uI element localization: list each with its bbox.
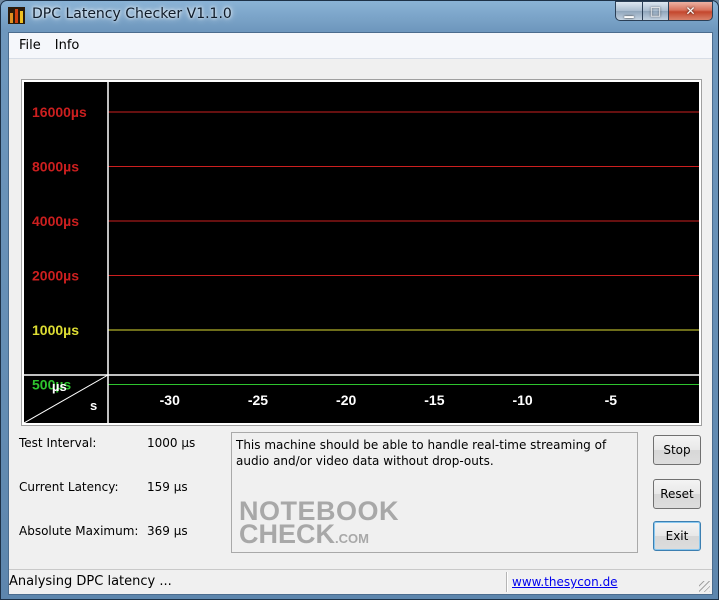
stat-label: Current Latency:	[19, 480, 119, 494]
resize-grip-icon[interactable]	[699, 581, 710, 592]
client-area: File Info 16000µs 8000µs 4000µs 2000µs 1000µ…	[8, 32, 713, 595]
y-tick-label: 1000µs	[32, 322, 79, 338]
y-tick-label: 8000µs	[32, 159, 79, 175]
watermark-line2-text: CHECK	[239, 519, 336, 550]
y-unit-label: µs	[52, 379, 67, 394]
status-bar: Analysing DPC latency ... www.thesycon.d…	[9, 569, 712, 594]
maximize-button[interactable]: □	[642, 1, 668, 21]
stat-value: 369 µs	[147, 524, 188, 538]
x-tick-label: -20	[336, 392, 356, 408]
x-tick-label: -30	[160, 392, 180, 408]
minimize-button[interactable]: ▁	[615, 1, 642, 21]
stat-value: 159 µs	[147, 480, 188, 494]
stop-button[interactable]: Stop	[653, 435, 701, 465]
result-message: This machine should be able to handle re…	[236, 438, 607, 468]
y-tick-label: 16000µs	[32, 104, 87, 120]
window-title: DPC Latency Checker V1.1.0	[32, 6, 232, 22]
status-divider	[506, 572, 508, 592]
result-message-box: This machine should be able to handle re…	[231, 432, 638, 553]
x-tick-label: -5	[605, 392, 618, 408]
title-bar[interactable]: DPC Latency Checker V1.1.0 ▁ □ ✕	[1, 1, 718, 31]
menu-bar: File Info	[9, 33, 712, 59]
caption-buttons: ▁ □ ✕	[615, 1, 713, 21]
latency-chart-svg: 16000µs8000µs4000µs2000µs1000µs500µsµss -…	[24, 82, 699, 423]
x-tick-label: -15	[424, 392, 444, 408]
close-icon: ✕	[685, 4, 696, 18]
vendor-link[interactable]: www.thesycon.de	[512, 575, 618, 589]
close-button[interactable]: ✕	[668, 1, 713, 21]
stat-label: Absolute Maximum:	[19, 524, 139, 538]
minimize-icon: ▁	[624, 4, 634, 18]
exit-button[interactable]: Exit	[653, 521, 701, 551]
menu-info[interactable]: Info	[49, 36, 86, 56]
stat-value: 1000 µs	[147, 436, 196, 450]
y-tick-label: 2000µs	[32, 268, 79, 284]
y-tick-label: 4000µs	[32, 213, 79, 229]
reset-button[interactable]: Reset	[653, 479, 701, 509]
app-window: DPC Latency Checker V1.1.0 ▁ □ ✕ File In…	[0, 0, 719, 600]
x-unit-label: s	[90, 398, 97, 413]
stat-label: Test Interval:	[19, 436, 97, 450]
app-icon	[8, 7, 25, 24]
latency-graph: 16000µs 8000µs 4000µs 2000µs 1000µs 500µs µs s -…	[21, 79, 702, 426]
watermark-line3: .COM	[335, 531, 369, 547]
x-tick-label: -25	[248, 392, 268, 408]
watermark-line2: CHECK.COM	[239, 521, 399, 548]
maximize-icon: □	[649, 4, 662, 18]
x-tick-label: -10	[512, 392, 532, 408]
status-text: Analysing DPC latency ...	[9, 574, 172, 589]
notebookcheck-watermark: NOTEBOOK CHECK.COM	[239, 498, 399, 548]
menu-file[interactable]: File	[13, 36, 47, 56]
plot-background	[24, 82, 699, 423]
